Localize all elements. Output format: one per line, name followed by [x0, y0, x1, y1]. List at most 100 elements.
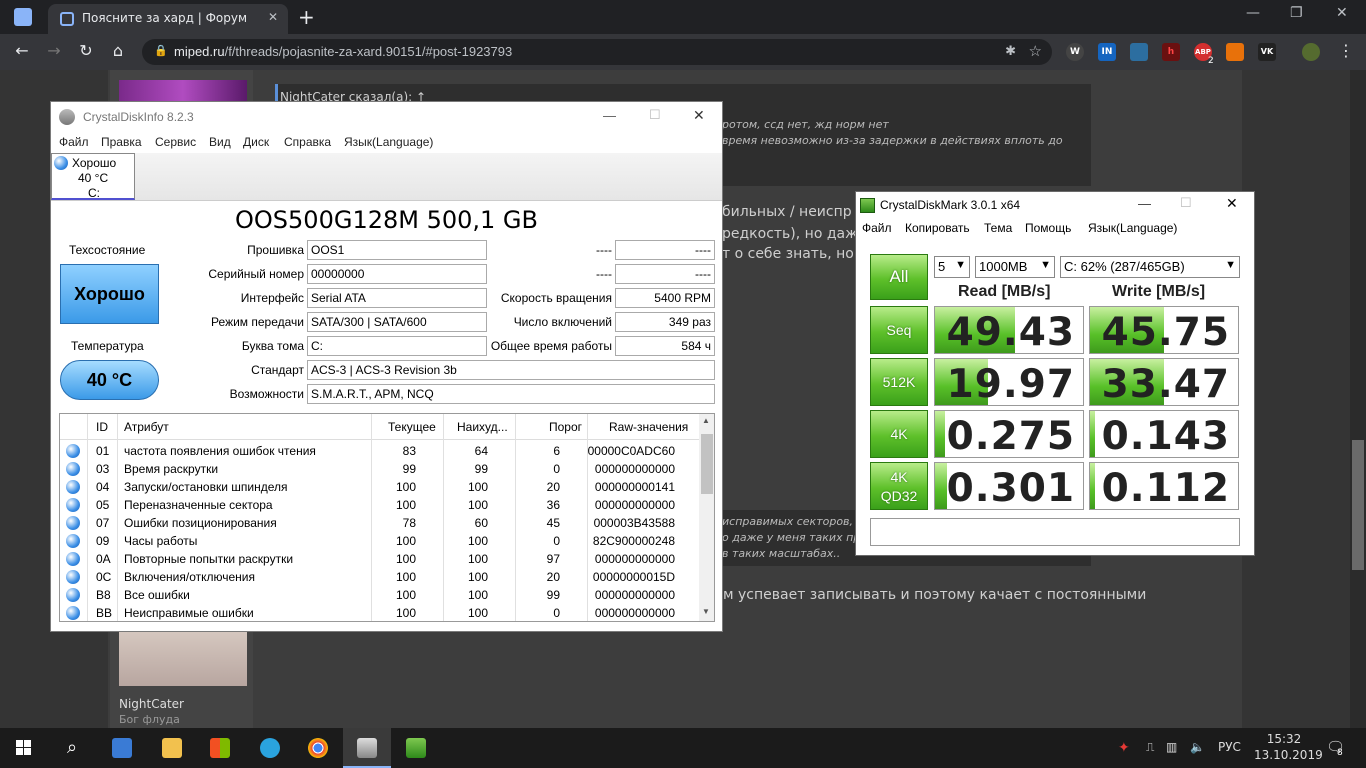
page-scrollbar-thumb[interactable]: [1352, 440, 1364, 570]
cdi-menu-disk[interactable]: Диск: [243, 135, 269, 149]
cdm-menu-language[interactable]: Язык(Language): [1088, 221, 1177, 235]
browser-tab[interactable]: Поясните за хард | Форум Miped ✕: [48, 4, 288, 34]
table-row[interactable]: 0C Включения/отключения 100 100 20 0000000001…: [60, 568, 700, 586]
col-attribute[interactable]: Атрибут: [124, 420, 169, 434]
extension-h-icon[interactable]: h: [1162, 43, 1180, 61]
table-row[interactable]: 03 Время раскрутки 99 99 0 000000000000: [60, 460, 700, 478]
scroll-up-icon[interactable]: ▲: [702, 416, 710, 425]
search-icon[interactable]: ⌕: [48, 728, 96, 768]
tab-search-icon[interactable]: [14, 8, 32, 26]
temperature-label: Температура: [71, 339, 144, 353]
extensions-puzzle-icon[interactable]: ✱: [1005, 44, 1016, 59]
test-count-select[interactable]: 5 ▼: [934, 256, 970, 278]
write-result-bar: [1090, 463, 1095, 509]
volume-icon[interactable]: 🔈: [1190, 740, 1205, 754]
smart-scroll-thumb[interactable]: [701, 434, 713, 494]
bookmark-star-icon[interactable]: ☆: [1029, 42, 1042, 60]
cdm-menu-copy[interactable]: Копировать: [905, 221, 970, 235]
table-row[interactable]: BB Неисправимые ошибки 100 100 0 000000000000: [60, 604, 700, 621]
cdi-disk-tab-c[interactable]: Хорошо 40 °C C:: [51, 153, 135, 200]
extension-vk-icon[interactable]: VK: [1258, 43, 1276, 61]
run-test-button[interactable]: Seq: [870, 306, 928, 354]
table-row[interactable]: 04 Запуски/остановки шпинделя 100 100 20 0000…: [60, 478, 700, 496]
cdi-menu-help[interactable]: Справка: [284, 135, 331, 149]
table-row[interactable]: 0A Повторные попытки раскрутки 100 100 97 000…: [60, 550, 700, 568]
start-button[interactable]: [0, 728, 48, 768]
clock-time[interactable]: 15:32: [1264, 732, 1304, 746]
network-icon[interactable]: ▥: [1166, 740, 1177, 754]
username-link[interactable]: NightCater: [119, 697, 184, 711]
usb-icon[interactable]: ⎍: [1146, 740, 1154, 755]
extension-in-icon[interactable]: IN: [1098, 43, 1116, 61]
run-test-button[interactable]: 4K: [870, 410, 928, 458]
scroll-down-icon[interactable]: ▼: [702, 607, 710, 616]
table-cell: 82C900000248: [592, 534, 675, 548]
avatar[interactable]: [119, 630, 247, 686]
write-result-value: 33.47: [1101, 362, 1230, 406]
cdm-maximize-button[interactable]: ☐: [1180, 195, 1192, 211]
cdi-minimize-button[interactable]: —: [603, 108, 616, 123]
browser-menu-icon[interactable]: ⋮: [1336, 41, 1356, 60]
col-id[interactable]: ID: [96, 420, 108, 434]
cdm-titlebar[interactable]: CrystalDiskMark 3.0.1 x64 — ☐ ✕: [856, 192, 1254, 218]
col-threshold[interactable]: Порог: [549, 420, 582, 434]
run-all-button[interactable]: All: [870, 254, 928, 300]
maximize-button[interactable]: ❐: [1290, 5, 1303, 21]
cdi-titlebar[interactable]: CrystalDiskInfo 8.2.3 — ☐ ✕: [51, 102, 722, 132]
col-current[interactable]: Текущее: [388, 420, 436, 434]
address-bar[interactable]: 🔒 miped.ru/f/threads/pojasnite-za-xard.9…: [142, 39, 1052, 65]
extension-orange-icon[interactable]: [1226, 43, 1244, 61]
test-size-select[interactable]: 1000MB ▼: [975, 256, 1055, 278]
table-row[interactable]: 01 частота появления ошибок чтения 83 64 6 00…: [60, 442, 700, 460]
cdm-minimize-button[interactable]: —: [1138, 196, 1151, 211]
reload-icon[interactable]: ↻: [76, 41, 96, 60]
input-language[interactable]: РУС: [1218, 740, 1241, 754]
cdi-menu-edit[interactable]: Правка: [101, 135, 142, 149]
cdi-maximize-button[interactable]: ☐: [649, 107, 661, 123]
taskbar-app-chrome[interactable]: [294, 728, 342, 768]
cdi-menu-view[interactable]: Вид: [209, 135, 231, 149]
comment-input[interactable]: [870, 518, 1240, 546]
table-row[interactable]: 05 Переназначенные сектора 100 100 36 0000000…: [60, 496, 700, 514]
table-row[interactable]: B8 Все ошибки 100 100 99 000000000000: [60, 586, 700, 604]
run-test-button[interactable]: 512K: [870, 358, 928, 406]
taskbar-app-explorer[interactable]: [148, 728, 196, 768]
cdi-menu-language[interactable]: Язык(Language): [344, 135, 433, 149]
taskbar-app-crystaldiskinfo[interactable]: [343, 728, 391, 768]
taskbar-app-crystaldiskmark[interactable]: [392, 728, 440, 768]
extension-screen-icon[interactable]: [1130, 43, 1148, 61]
cdi-menu-file[interactable]: Файл: [59, 135, 89, 149]
taskbar-app-store[interactable]: [196, 728, 244, 768]
temperature-button[interactable]: 40 °C: [60, 360, 159, 400]
table-row[interactable]: 07 Ошибки позиционирования 78 60 45 000003B43…: [60, 514, 700, 532]
cdi-menu-service[interactable]: Сервис: [155, 135, 196, 149]
cdm-menu-theme[interactable]: Тема: [984, 221, 1012, 235]
tray-app-icon[interactable]: ✦: [1118, 740, 1130, 756]
profile-avatar[interactable]: [1302, 43, 1320, 61]
cdm-menu-help[interactable]: Помощь: [1025, 221, 1071, 235]
run-test-button[interactable]: 4K QD32: [870, 462, 928, 510]
smart-table-scrollbar[interactable]: ▲ ▼: [699, 414, 714, 621]
health-status-button[interactable]: Хорошо: [60, 264, 159, 324]
close-button[interactable]: ✕: [1336, 5, 1348, 21]
blank-label: ----: [596, 243, 612, 257]
extension-w-icon[interactable]: W: [1066, 43, 1084, 61]
new-tab-button[interactable]: +: [298, 5, 315, 29]
taskbar-app-telegram[interactable]: [246, 728, 294, 768]
cdm-menu-file[interactable]: Файл: [862, 221, 892, 235]
taskbar-app-system[interactable]: [98, 728, 146, 768]
forward-icon[interactable]: →: [44, 41, 64, 60]
test-label: 4K: [890, 469, 908, 485]
col-worst[interactable]: Наихуд...: [457, 420, 508, 434]
back-icon[interactable]: ←: [12, 41, 32, 60]
tab-close-icon[interactable]: ✕: [268, 10, 278, 24]
col-raw[interactable]: Raw-значения: [609, 420, 688, 434]
minimize-button[interactable]: —: [1246, 5, 1260, 21]
cdm-close-button[interactable]: ✕: [1226, 195, 1238, 212]
clock-date[interactable]: 13.10.2019: [1254, 748, 1323, 762]
drive-select[interactable]: C: 62% (287/465GB) ▼: [1060, 256, 1240, 278]
page-scrollbar[interactable]: [1350, 70, 1366, 728]
table-row[interactable]: 09 Часы работы 100 100 0 82C900000248: [60, 532, 700, 550]
cdi-close-button[interactable]: ✕: [693, 107, 705, 124]
home-icon[interactable]: ⌂: [108, 41, 128, 60]
